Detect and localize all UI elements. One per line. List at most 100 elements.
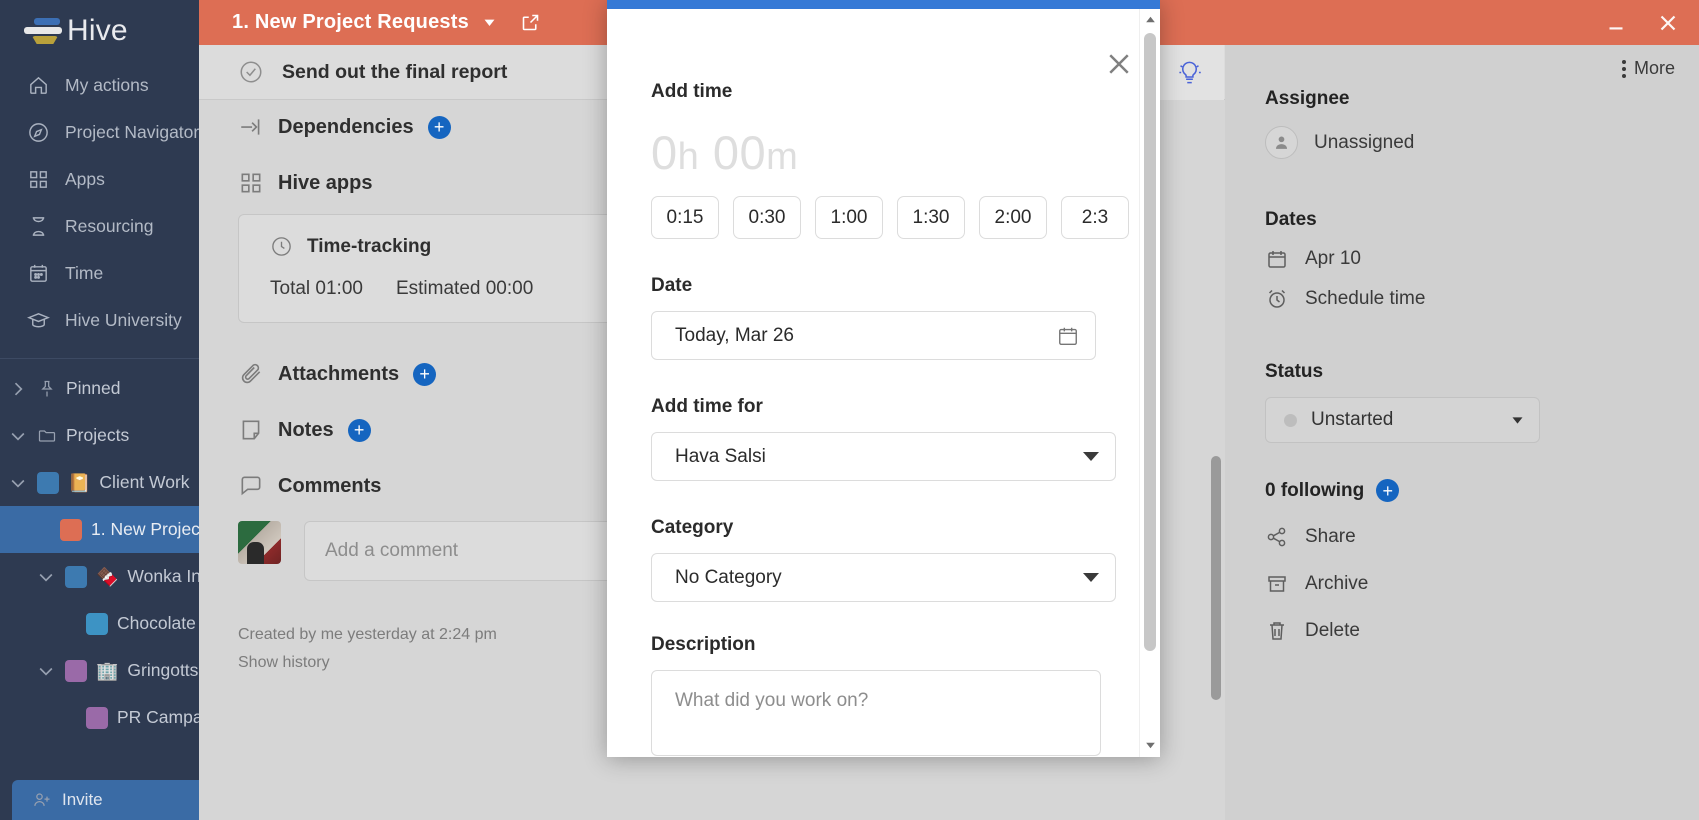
date-input[interactable]: Today, Mar 26 xyxy=(651,311,1096,360)
chevron-right-icon[interactable] xyxy=(8,379,28,399)
grid-icon xyxy=(238,170,264,196)
main-scrollbar[interactable] xyxy=(1211,456,1221,700)
share-action[interactable]: Share xyxy=(1265,525,1699,549)
lightbulb-icon[interactable] xyxy=(1154,45,1224,100)
sidebar-item-my-actions[interactable]: My actions xyxy=(0,62,199,109)
graduation-cap-icon xyxy=(27,309,50,332)
category-value: No Category xyxy=(675,566,782,588)
sidebar-tree-wonka-industries[interactable]: 🍫 Wonka Industries xyxy=(0,553,199,600)
note-icon xyxy=(238,417,264,443)
date-value: Today, Mar 26 xyxy=(675,324,794,346)
hours-unit: h xyxy=(677,136,700,178)
add-dependency-button[interactable]: + xyxy=(427,115,451,139)
sidebar-tree-gringotts-bank[interactable]: 🏢 Gringotts Bank xyxy=(0,647,199,694)
chevron-down-icon[interactable] xyxy=(8,473,28,493)
invite-button[interactable]: Invite xyxy=(12,780,199,820)
project-color-swatch xyxy=(37,471,59,494)
quick-time-chip[interactable]: 1:00 xyxy=(815,196,883,239)
project-color-swatch xyxy=(86,706,108,729)
caret-down-icon[interactable] xyxy=(1140,735,1160,755)
quick-time-chip[interactable]: 0:30 xyxy=(733,196,801,239)
task-title[interactable]: Send out the final report xyxy=(282,61,507,84)
open-external-icon[interactable] xyxy=(520,12,541,33)
assignee-value[interactable]: Unassigned xyxy=(1265,126,1699,159)
delete-action[interactable]: Delete xyxy=(1265,619,1699,643)
tree-label: Wonka Industries xyxy=(127,566,199,586)
sidebar-item-hive-university[interactable]: Hive University xyxy=(0,297,199,344)
home-icon xyxy=(27,74,50,97)
paperclip-icon xyxy=(238,361,264,387)
chevron-down-icon[interactable] xyxy=(481,14,498,31)
chevron-down-icon[interactable] xyxy=(36,661,56,681)
sidebar-label: Hive University xyxy=(65,310,182,330)
office-building-emoji-icon: 🏢 xyxy=(96,660,119,681)
compass-icon xyxy=(27,121,50,144)
modal-heading: Add time xyxy=(651,81,733,102)
tree-label: PR Campaign xyxy=(117,707,199,727)
schedule-time[interactable]: Schedule time xyxy=(1265,287,1699,311)
add-time-for-dropdown[interactable]: Hava Salsi xyxy=(651,432,1116,481)
calendar-icon[interactable] xyxy=(1057,325,1079,347)
chevron-down-icon[interactable] xyxy=(8,426,28,446)
date-label: Apr 10 xyxy=(1305,248,1361,269)
sidebar-tree-client-work[interactable]: 📔 Client Work xyxy=(0,459,199,506)
project-color-swatch xyxy=(65,565,87,588)
close-icon[interactable] xyxy=(1655,10,1681,36)
quick-time-chip[interactable]: 1:30 xyxy=(897,196,965,239)
trash-icon xyxy=(1265,619,1289,643)
calendar-icon xyxy=(1265,247,1289,271)
invite-label: Invite xyxy=(62,790,103,809)
hourglass-icon xyxy=(27,215,50,238)
sidebar-tree-projects[interactable]: Projects xyxy=(0,412,199,459)
category-label: Category xyxy=(651,517,734,538)
sidebar-label: Resourcing xyxy=(65,216,154,236)
modal-scrollbar-thumb[interactable] xyxy=(1144,33,1156,651)
app-logo[interactable]: Hive xyxy=(0,0,199,62)
sidebar-tree-chocolate-factory[interactable]: Chocolate Factory xyxy=(0,600,199,647)
clock-icon xyxy=(270,235,293,258)
sidebar-item-apps[interactable]: Apps xyxy=(0,156,199,203)
minimize-icon[interactable] xyxy=(1603,10,1629,36)
quick-time-chip[interactable]: 2:00 xyxy=(979,196,1047,239)
project-color-swatch xyxy=(65,659,87,682)
section-title: Attachments xyxy=(278,362,400,385)
project-color-swatch xyxy=(86,612,108,635)
person-icon xyxy=(1265,126,1298,159)
add-time-modal: Add time 0h 00m 0:15 0:30 1:00 1:30 2:00… xyxy=(607,0,1160,757)
sidebar-tree-new-project-requests[interactable]: 1. New Project Requests xyxy=(0,506,199,553)
share-icon xyxy=(1265,525,1289,549)
quick-time-chip[interactable]: 2:3 xyxy=(1061,196,1129,239)
add-time-for-value: Hava Salsi xyxy=(675,445,766,467)
category-dropdown[interactable]: No Category xyxy=(651,553,1116,602)
status-badge xyxy=(1284,413,1297,427)
time-value-display[interactable]: 0h 00m xyxy=(651,125,1116,180)
more-label: More xyxy=(1633,58,1675,78)
time-tracking-title: Time-tracking xyxy=(307,235,432,257)
description-input[interactable]: What did you work on? xyxy=(651,670,1101,756)
add-follower-button[interactable]: + xyxy=(1376,479,1400,502)
check-circle-icon[interactable] xyxy=(238,59,264,85)
sidebar-label: Time xyxy=(65,263,104,283)
more-menu-button[interactable]: More xyxy=(1265,45,1699,79)
date-due[interactable]: Apr 10 xyxy=(1265,247,1699,271)
sidebar-tree-pr-campaign[interactable]: PR Campaign xyxy=(0,694,199,741)
sidebar-item-project-navigator[interactable]: Project Navigator xyxy=(0,109,199,156)
quick-time-chip[interactable]: 0:15 xyxy=(651,196,719,239)
chevron-down-icon[interactable] xyxy=(36,567,56,587)
section-title: Comments xyxy=(278,474,382,497)
close-icon[interactable] xyxy=(1104,49,1134,79)
calendar-icon xyxy=(27,262,50,285)
add-attachment-button[interactable]: + xyxy=(413,362,437,386)
caret-up-icon[interactable] xyxy=(1140,9,1160,29)
tree-label: Client Work xyxy=(99,472,190,492)
sidebar-item-time[interactable]: Time xyxy=(0,250,199,297)
page-title: 1. New Project Requests xyxy=(232,11,469,33)
archive-action[interactable]: Archive xyxy=(1265,572,1699,596)
add-note-button[interactable]: + xyxy=(347,418,371,442)
sidebar-item-resourcing[interactable]: Resourcing xyxy=(0,203,199,250)
sidebar-label: Project Navigator xyxy=(65,122,199,142)
sidebar-tree-pinned[interactable]: Pinned xyxy=(0,365,199,412)
modal-accent-bar xyxy=(607,0,1160,9)
status-dropdown[interactable]: Unstarted xyxy=(1265,397,1540,443)
modal-scrollbar[interactable] xyxy=(1139,9,1160,757)
